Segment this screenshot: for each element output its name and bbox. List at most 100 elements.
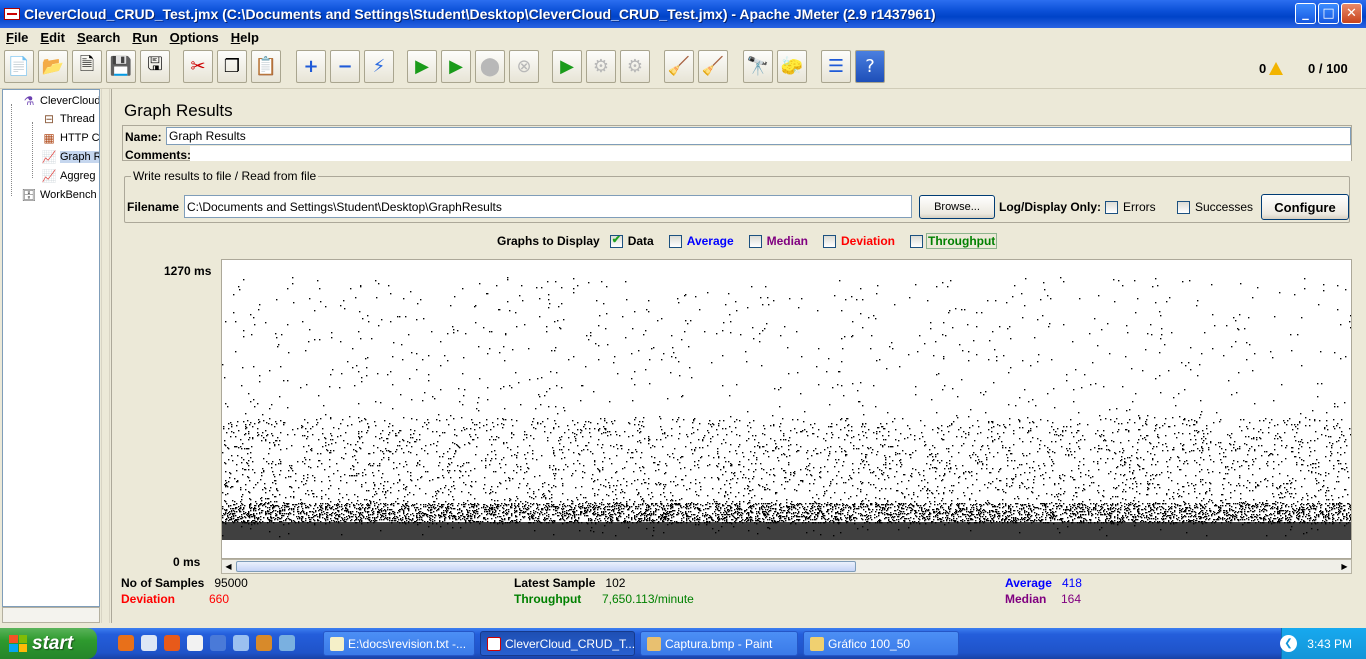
throughput-stat: Throughput 7,650.113/minute — [514, 592, 694, 606]
close-button[interactable]: ✕ — [1341, 3, 1362, 24]
test-plan-tree: ⚗ CleverCloud ⊟ Thread ▦ HTTP C 📈 Graph … — [2, 89, 100, 607]
shutdown-icon[interactable]: ⊗ — [509, 50, 539, 83]
http-config-icon: ▦ — [43, 131, 55, 145]
task-jmeter[interactable]: CleverCloud_CRUD_T... — [480, 631, 635, 656]
deviation-label: Deviation — [840, 234, 895, 248]
workbench-icon: 🗄 — [21, 188, 37, 202]
scroll-right-arrow[interactable]: ▶ — [1338, 560, 1351, 573]
start-button[interactable]: start — [0, 628, 97, 659]
task-paint[interactable]: Captura.bmp - Paint — [640, 631, 798, 656]
error-count: 0 — [1259, 61, 1267, 76]
task-revision-txt[interactable]: E:\docs\revision.txt -... — [323, 631, 475, 656]
average-stat-label: Average — [1005, 576, 1052, 590]
menu-run[interactable]: Run — [126, 30, 163, 45]
stop-icon[interactable]: ⬤ — [475, 50, 505, 83]
menu-help[interactable]: Help — [225, 30, 265, 45]
successes-label: Successes — [1195, 200, 1254, 214]
new-icon[interactable]: 📄 — [4, 50, 34, 83]
average-checkbox[interactable] — [668, 234, 682, 248]
tools-icon[interactable] — [256, 635, 272, 651]
throughput-checkbox[interactable] — [910, 234, 923, 248]
average-stat: Average 418 — [1005, 576, 1082, 590]
tree-item-graph-results[interactable]: 📈 Graph R — [41, 148, 99, 166]
tree-item-workbench[interactable]: 🗄 WorkBench — [21, 186, 96, 204]
save-as-icon[interactable]: 🖫 — [140, 50, 170, 83]
deviation-checkbox[interactable] — [822, 234, 836, 248]
network-icon[interactable] — [233, 635, 249, 651]
settings-icon[interactable] — [279, 635, 295, 651]
throughput-label: Throughput — [926, 233, 998, 249]
latest-sample-label: Latest Sample — [514, 576, 596, 590]
menu-file[interactable]: File — [0, 30, 34, 45]
title-bar: CleverCloud_CRUD_Test.jmx (C:\Documents … — [0, 0, 1366, 28]
menu-bar: File Edit Search Run Options Help — [0, 28, 1366, 46]
remote-exit-icon[interactable]: ⚙ — [620, 50, 650, 83]
log-display-label: Log/Display Only: — [999, 200, 1102, 214]
clear-icon[interactable]: 🧹 — [664, 50, 694, 83]
task-folder[interactable]: Gráfico 100_50 — [803, 631, 959, 656]
y-max-tick: 1270 ms — [164, 264, 212, 278]
data-series-points — [222, 277, 1351, 538]
panel-splitter[interactable] — [101, 89, 110, 623]
filename-field[interactable]: C:\Documents and Settings\Student\Deskto… — [184, 195, 912, 218]
document-icon[interactable] — [141, 635, 157, 651]
scroll-thumb[interactable] — [236, 561, 856, 572]
tree-item-aggregate[interactable]: 📈 Aggreg — [41, 167, 96, 185]
window-title: CleverCloud_CRUD_Test.jmx (C:\Documents … — [24, 6, 936, 22]
open-icon[interactable]: 📂 — [38, 50, 68, 83]
clock: 3:43 PM — [1307, 636, 1352, 651]
app-icon[interactable] — [164, 635, 180, 651]
thread-count: 0 / 100 — [1308, 61, 1348, 76]
tree-horizontal-scrollbar[interactable] — [2, 607, 100, 623]
plot-horizontal-scrollbar[interactable]: ◀ ▶ — [221, 559, 1352, 574]
menu-search[interactable]: Search — [71, 30, 126, 45]
median-checkbox[interactable] — [748, 234, 762, 248]
scroll-left-arrow[interactable]: ◀ — [222, 560, 235, 573]
remote-start-icon[interactable]: ▶ — [552, 50, 582, 83]
tree-item-thread-group[interactable]: ⊟ Thread — [41, 110, 95, 128]
save-icon[interactable]: 💾 — [106, 50, 136, 83]
mail-icon[interactable] — [187, 635, 203, 651]
remote-stop-icon[interactable]: ⚙ — [586, 50, 616, 83]
copy-icon[interactable]: ❐ — [217, 50, 247, 83]
reset-search-icon[interactable]: 🧽 — [777, 50, 807, 83]
errors-checkbox[interactable] — [1105, 200, 1118, 214]
start-no-pause-icon[interactable]: ▶ — [441, 50, 471, 83]
comments-field[interactable] — [190, 146, 1351, 161]
name-label: Name: — [125, 130, 162, 144]
file-group: Write results to file / Read from file F… — [124, 169, 1350, 223]
firefox-icon[interactable] — [118, 635, 134, 651]
median-stat: Median 164 — [1005, 592, 1081, 606]
browse-button[interactable]: Browse... — [919, 195, 995, 219]
data-checkbox[interactable] — [609, 233, 623, 248]
errors-label: Errors — [1123, 200, 1156, 214]
collapse-icon[interactable]: − — [330, 50, 360, 83]
y-min-tick: 0 ms — [173, 555, 201, 569]
expand-icon[interactable]: + — [296, 50, 326, 83]
page-title: Graph Results — [124, 101, 233, 120]
ie-icon[interactable] — [210, 635, 226, 651]
search-icon[interactable]: 🔭 — [743, 50, 773, 83]
maximize-button[interactable]: □ — [1318, 3, 1339, 24]
filename-label: Filename — [127, 200, 180, 214]
paint-icon — [647, 637, 661, 651]
median-label: Median — [766, 234, 808, 248]
toggle-icon[interactable]: ⚡ — [364, 50, 394, 83]
configure-button[interactable]: Configure — [1261, 194, 1349, 220]
tray-expand-icon[interactable]: ❮ — [1280, 635, 1297, 652]
cut-icon[interactable]: ✂ — [183, 50, 213, 83]
function-helper-icon[interactable]: ☰ — [821, 50, 851, 83]
tree-item-http-config[interactable]: ▦ HTTP C — [41, 129, 99, 147]
successes-checkbox[interactable] — [1177, 200, 1190, 214]
start-icon[interactable]: ▶ — [407, 50, 437, 83]
clear-all-icon[interactable]: 🧹 — [698, 50, 728, 83]
help-icon[interactable]: ? — [855, 50, 885, 83]
minimize-button[interactable]: _ — [1295, 3, 1316, 24]
menu-edit[interactable]: Edit — [34, 30, 71, 45]
name-field[interactable]: Graph Results — [166, 127, 1351, 145]
deviation-stat-label: Deviation — [121, 592, 176, 606]
tree-item-test-plan[interactable]: ⚗ CleverCloud — [21, 92, 99, 110]
paste-icon[interactable]: 📋 — [251, 50, 281, 83]
menu-options[interactable]: Options — [164, 30, 225, 45]
close-icon[interactable]: 🗎 — [72, 50, 102, 83]
